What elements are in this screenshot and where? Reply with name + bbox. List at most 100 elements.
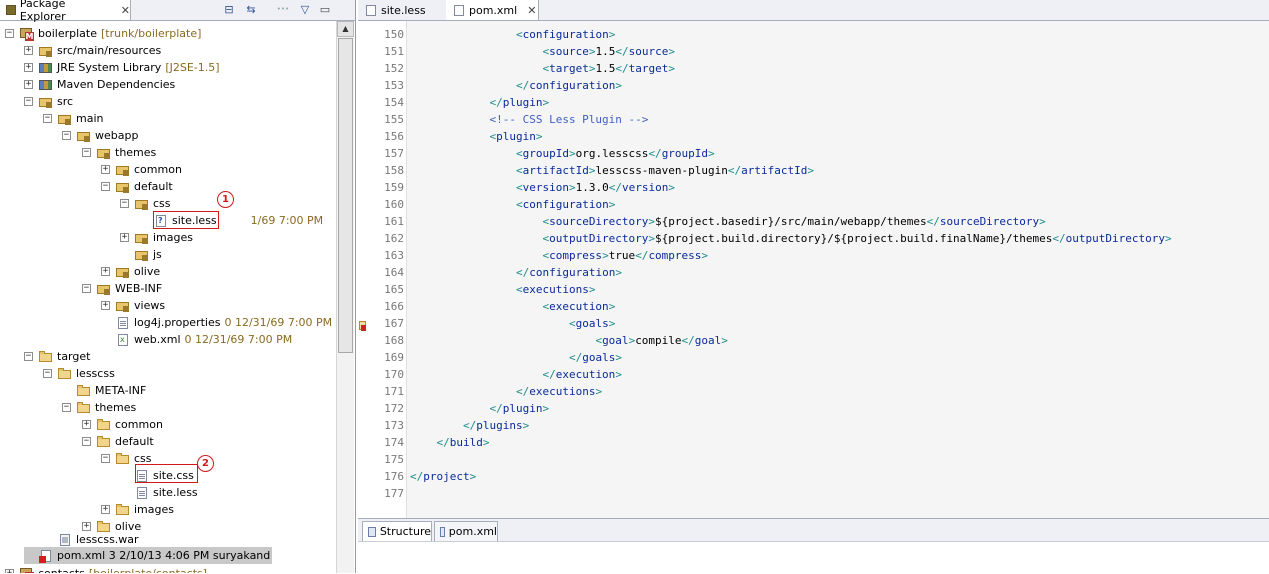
expand-icon[interactable]: + xyxy=(24,63,33,72)
tree-item[interactable]: site.less xyxy=(120,484,198,501)
tree-item[interactable]: − default xyxy=(82,433,154,450)
collapse-icon[interactable]: − xyxy=(120,199,129,208)
close-icon[interactable]: ✕ xyxy=(527,4,536,17)
collapse-icon[interactable]: − xyxy=(5,29,14,38)
tree-item[interactable]: − main xyxy=(43,110,103,127)
tab-pom-xml[interactable]: pom.xml ✕ xyxy=(446,0,539,20)
code-line: <plugin> xyxy=(489,130,543,143)
tree-item[interactable]: − webapp xyxy=(62,127,138,144)
tree-item[interactable]: + src/main/resources xyxy=(24,42,161,59)
code-line: </project> xyxy=(410,470,477,483)
tree-item[interactable]: + olive xyxy=(101,263,160,280)
collapse-icon[interactable]: − xyxy=(82,284,91,293)
line-number: 154 xyxy=(384,96,404,109)
tree-item[interactable]: pom.xml 3 2/10/13 4:06 PM suryakand xyxy=(24,547,273,564)
collapse-icon[interactable]: − xyxy=(43,114,52,123)
tree-item[interactable]: − boilerplate[trunk/boilerplate] xyxy=(5,25,201,42)
tree-item-label: pom.xml 3 2/10/13 4:06 PM suryakand xyxy=(57,549,271,562)
tree-item-label: common xyxy=(115,418,163,431)
folder-icon xyxy=(38,350,54,364)
expand-icon[interactable]: + xyxy=(120,233,129,242)
package-explorer-tab[interactable]: Package Explorer ✕ xyxy=(0,0,131,23)
tree-item[interactable]: − src xyxy=(24,93,73,110)
code-line: <artifactId>lesscss-maven-plugin</artifa… xyxy=(515,164,815,177)
tab-structure[interactable]: Structure xyxy=(362,521,432,541)
tree-item[interactable]: log4j.properties 0 12/31/69 7:00 PM xyxy=(101,314,332,331)
collapse-icon[interactable]: − xyxy=(43,369,52,378)
code-line: <execution> xyxy=(542,300,616,313)
annotation-ruler xyxy=(358,21,367,518)
tree-item[interactable]: + Maven Dependencies xyxy=(24,76,175,93)
tree-item[interactable]: + images xyxy=(101,501,174,518)
tree-item[interactable]: + images xyxy=(120,229,193,246)
tree-item[interactable]: − themes xyxy=(82,144,156,161)
tree-item[interactable]: js xyxy=(120,246,162,263)
scrollbar-thumb[interactable] xyxy=(338,38,353,353)
project-icon xyxy=(19,27,35,41)
line-number: 152 xyxy=(384,62,404,75)
expand-icon[interactable]: + xyxy=(101,165,110,174)
folder-icon xyxy=(96,435,112,449)
expand-icon[interactable]: + xyxy=(101,301,110,310)
expand-icon[interactable]: + xyxy=(5,569,14,573)
expand-icon[interactable]: + xyxy=(101,505,110,514)
collapse-all-icon[interactable]: ⊟ xyxy=(222,3,236,16)
filter-icon[interactable]: ••• xyxy=(276,3,290,16)
collapse-icon[interactable]: − xyxy=(101,454,110,463)
collapse-icon[interactable]: − xyxy=(24,352,33,361)
tree-item[interactable]: + common xyxy=(101,161,182,178)
tree-item-label: images xyxy=(134,503,174,516)
collapse-icon[interactable]: − xyxy=(62,131,71,140)
tree-item[interactable]: web.xml0 12/31/69 7:00 PM xyxy=(101,331,292,348)
collapse-icon[interactable]: − xyxy=(24,97,33,106)
expand-icon[interactable]: + xyxy=(101,267,110,276)
tab-site-less[interactable]: site.less xyxy=(358,0,447,20)
code-text[interactable]: <configuration> <source>1.5</source> <ta… xyxy=(407,21,1269,518)
tree-item[interactable]: + views xyxy=(101,297,165,314)
tree-item[interactable]: site.css xyxy=(120,467,194,484)
line-number: 171 xyxy=(384,385,404,398)
folder-icon xyxy=(76,401,92,415)
close-icon[interactable]: ✕ xyxy=(121,4,130,17)
expand-icon[interactable]: + xyxy=(82,420,91,429)
outline-icon xyxy=(440,526,445,537)
tree-item[interactable]: + JRE System Library [J2SE-1.5] xyxy=(24,59,220,76)
tree-item[interactable]: − default xyxy=(101,178,173,195)
tree-item[interactable]: lesscss.war xyxy=(43,531,139,548)
tab-pom-xml-structure[interactable]: pom.xml xyxy=(434,521,498,541)
collapse-icon[interactable]: − xyxy=(82,437,91,446)
expand-icon[interactable]: + xyxy=(82,522,91,531)
collapse-icon[interactable]: − xyxy=(82,148,91,157)
package-explorer-title: Package Explorer xyxy=(19,0,66,23)
editor-area: site.less pom.xml ✕ 150 151 152 153 154 155 15… xyxy=(358,0,1269,518)
code-line: <goals> xyxy=(568,317,616,330)
tree-item[interactable]: − themes xyxy=(62,399,136,416)
line-number: 177 xyxy=(384,487,404,500)
tree-item[interactable]: − css xyxy=(120,195,171,212)
tree-item[interactable]: − WEB-INF xyxy=(82,280,162,297)
package-folder-icon xyxy=(134,248,150,262)
minimize-icon[interactable]: ▭ xyxy=(318,3,332,16)
tree-item[interactable]: + contacts [boilerplate/contacts] xyxy=(5,565,207,573)
view-menu-icon[interactable]: ▽ xyxy=(298,3,312,16)
collapse-icon[interactable]: − xyxy=(101,182,110,191)
collapse-icon[interactable]: − xyxy=(62,403,71,412)
tree-item-label: web.xml xyxy=(134,333,181,346)
expand-icon[interactable]: + xyxy=(24,80,33,89)
package-explorer-scrollbar[interactable]: ▲ xyxy=(336,21,354,573)
tree-item-label: src/main/resources xyxy=(57,44,162,57)
tree-item[interactable]: − target xyxy=(24,348,90,365)
tree-item[interactable]: site.less 1/69 7:00 PM xyxy=(139,212,323,229)
link-with-editor-icon[interactable]: ⇆ xyxy=(244,3,258,16)
package-explorer-tree: − boilerplate[trunk/boilerplate] + src/main… xyxy=(0,21,336,573)
code-line: </plugin> xyxy=(489,96,550,109)
expand-icon[interactable]: + xyxy=(24,46,33,55)
tree-item[interactable]: + common xyxy=(82,416,163,433)
tree-item[interactable]: META-INF xyxy=(62,382,146,399)
package-explorer-icon xyxy=(6,5,16,15)
tree-item[interactable]: − lesscss xyxy=(43,365,115,382)
tree-item-label: site.css xyxy=(153,469,194,482)
code-line: <executions> xyxy=(515,283,596,296)
tree-item[interactable]: − css xyxy=(101,450,152,467)
scroll-up-icon[interactable]: ▲ xyxy=(337,21,354,37)
